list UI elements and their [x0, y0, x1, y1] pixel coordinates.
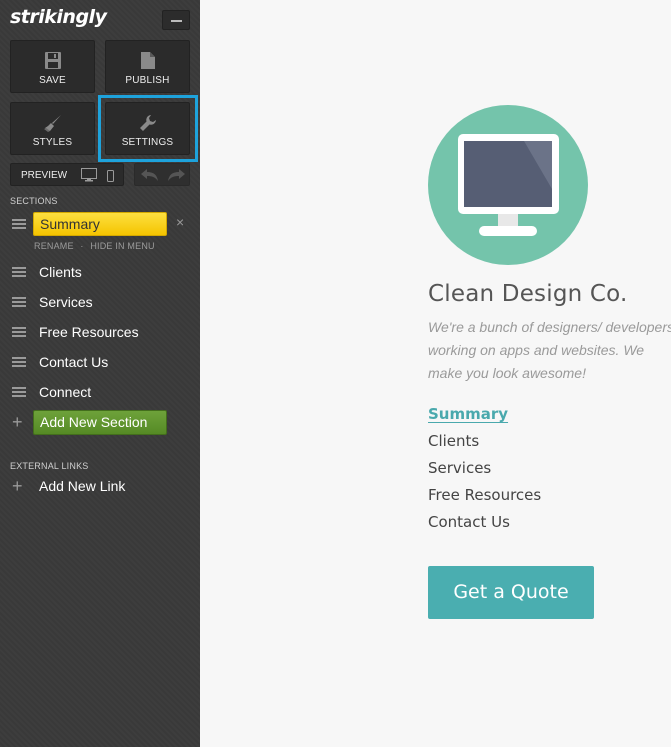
settings-wrench-icon	[106, 114, 189, 132]
monitor-icon	[458, 134, 559, 236]
styles-brush-icon	[11, 114, 94, 132]
section-item-clients[interactable]: Clients	[39, 264, 82, 280]
section-item-contact-us[interactable]: Contact Us	[39, 354, 108, 370]
section-item-free-resources[interactable]: Free Resources	[39, 324, 139, 340]
tagline-line: make you look awesome!	[428, 365, 586, 381]
settings-label: SETTINGS	[121, 137, 174, 148]
drag-handle-icon[interactable]	[12, 357, 26, 367]
hero-icon-circle	[428, 105, 588, 265]
editor-sidebar: strikingly SAVE PUBLISH STYLES SETTINGS …	[0, 0, 200, 747]
redo-icon[interactable]	[167, 168, 185, 186]
add-new-link-button[interactable]: Add New Link	[39, 478, 125, 494]
preview-label: PREVIEW	[21, 170, 68, 181]
undo-redo-group	[134, 163, 190, 186]
hide-in-menu-link[interactable]: HIDE IN MENU	[90, 241, 154, 251]
site-title: Clean Design Co.	[428, 281, 628, 307]
drag-handle-icon[interactable]	[12, 219, 26, 229]
tagline-line: We're a bunch of designers/ developers	[428, 319, 671, 335]
collapse-sidebar-button[interactable]	[162, 10, 190, 30]
plus-icon[interactable]: +	[12, 413, 23, 431]
settings-button[interactable]: SETTINGS	[105, 102, 190, 155]
rename-link[interactable]: RENAME	[34, 241, 74, 251]
styles-label: STYLES	[32, 137, 73, 148]
site-preview: Clean Design Co. We're a bunch of design…	[200, 0, 671, 747]
styles-button[interactable]: STYLES	[10, 102, 95, 155]
publish-label: PUBLISH	[125, 75, 170, 86]
drag-handle-icon[interactable]	[12, 327, 26, 337]
get-a-quote-button[interactable]: Get a Quote	[428, 566, 594, 619]
separator: ·	[80, 241, 84, 251]
section-actions: RENAME · HIDE IN MENU	[34, 241, 155, 251]
save-button[interactable]: SAVE	[10, 40, 95, 93]
section-item-services[interactable]: Services	[39, 294, 93, 310]
external-links-heading: EXTERNAL LINKS	[10, 461, 89, 471]
sections-heading: SECTIONS	[10, 196, 58, 206]
drag-handle-icon[interactable]	[12, 267, 26, 277]
drag-handle-icon[interactable]	[12, 297, 26, 307]
add-new-section-button[interactable]: Add New Section	[33, 410, 167, 435]
strikingly-logo: strikingly	[10, 6, 107, 28]
section-item-summary-active[interactable]: Summary	[33, 212, 167, 236]
undo-icon[interactable]	[141, 168, 159, 186]
save-label: SAVE	[39, 75, 66, 86]
desktop-icon[interactable]	[81, 168, 97, 187]
publish-button[interactable]: PUBLISH	[105, 40, 190, 93]
publish-icon	[106, 52, 189, 70]
tagline-line: working on apps and websites. We	[428, 342, 645, 358]
plus-icon[interactable]: +	[12, 477, 23, 495]
preview-button[interactable]: PREVIEW	[10, 163, 124, 186]
nav-link-summary[interactable]: Summary	[428, 405, 508, 423]
nav-link-contact-us[interactable]: Contact Us	[428, 513, 510, 531]
section-item-connect[interactable]: Connect	[39, 384, 91, 400]
save-icon	[11, 52, 94, 70]
nav-link-clients[interactable]: Clients	[428, 432, 479, 450]
site-tagline: We're a bunch of designers/ developers w…	[428, 316, 671, 385]
nav-link-services[interactable]: Services	[428, 459, 491, 477]
mobile-icon[interactable]	[107, 169, 114, 187]
drag-handle-icon[interactable]	[12, 387, 26, 397]
close-icon[interactable]: ×	[176, 214, 184, 230]
nav-link-free-resources[interactable]: Free Resources	[428, 486, 541, 504]
